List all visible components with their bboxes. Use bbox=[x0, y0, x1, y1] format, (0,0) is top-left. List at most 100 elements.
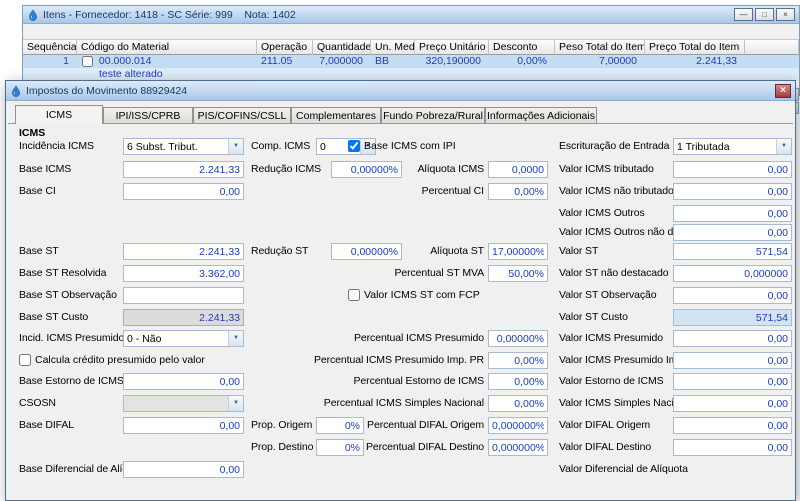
base-ci-label: Base CI bbox=[19, 185, 56, 197]
percentual-difal-destino-label: Percentual DIFAL Destino bbox=[365, 441, 484, 453]
base-icms-label: Base ICMS bbox=[19, 163, 72, 175]
aliquota-icms-label: Alíquota ICMS bbox=[417, 163, 485, 175]
base-st-resolvida-input[interactable] bbox=[123, 265, 244, 282]
column-header-desconto[interactable]: Desconto bbox=[489, 40, 555, 55]
column-header-quantidade[interactable]: Quantidade bbox=[313, 40, 371, 55]
cell-codigo-text: 00.000.014 bbox=[98, 55, 152, 67]
base-estorno-icms-label: Base Estorno de ICMS bbox=[19, 375, 124, 387]
base-icms-com-ipi-checkbox[interactable]: Base ICMS com IPI bbox=[348, 140, 456, 152]
percentual-icms-simples-label: Percentual ICMS Simples Nacional bbox=[323, 397, 484, 409]
tab-ipi-iss-cprb[interactable]: IPI/ISS/CPRB bbox=[103, 107, 193, 124]
valor-icms-presumido-label: Valor ICMS Presumido bbox=[559, 332, 664, 344]
base-difal-input[interactable] bbox=[123, 417, 244, 434]
valor-st-observacao-input[interactable] bbox=[673, 287, 792, 304]
percentual-ci-input[interactable] bbox=[488, 183, 548, 200]
valor-icms-st-com-fcp-text: Valor ICMS ST com FCP bbox=[364, 289, 480, 301]
incidencia-icms-select[interactable]: 6 Subst. Tribut. ▼ bbox=[123, 138, 244, 155]
valor-st-input[interactable] bbox=[673, 243, 792, 260]
percentual-icms-presumido-input[interactable] bbox=[488, 330, 548, 347]
column-header-codigo[interactable]: Código do Material bbox=[77, 40, 257, 55]
valor-difal-origem-input[interactable] bbox=[673, 417, 792, 434]
aliquota-st-input[interactable] bbox=[488, 243, 548, 260]
base-icms-com-ipi-text: Base ICMS com IPI bbox=[364, 140, 456, 152]
percentual-difal-origem-input[interactable] bbox=[488, 417, 548, 434]
items-table-header: Sequência Código do Material Operação Qu… bbox=[23, 40, 799, 55]
cell-unmed: BB bbox=[375, 55, 390, 67]
tab-icms[interactable]: ICMS bbox=[15, 105, 103, 124]
screen: { "colors": { "titlebar_from": "#ddebfa"… bbox=[0, 0, 800, 501]
base-estorno-icms-input[interactable] bbox=[123, 373, 244, 390]
valor-icms-st-com-fcp-checkbox[interactable]: Valor ICMS ST com FCP bbox=[348, 289, 480, 301]
base-st-observacao-input[interactable] bbox=[123, 287, 244, 304]
percentual-icms-presumido-imp-pr-input[interactable] bbox=[488, 352, 548, 369]
valor-icms-tributado-input[interactable] bbox=[673, 161, 792, 178]
valor-st-nao-destacado-input[interactable] bbox=[673, 265, 792, 282]
base-diferencial-aliq-label: Base Diferencial de Alíq. bbox=[19, 463, 131, 475]
chevron-down-icon: ▼ bbox=[228, 331, 243, 346]
prop-origem-label: Prop. Origem bbox=[251, 419, 313, 431]
percentual-icms-presumido-label: Percentual ICMS Presumido bbox=[354, 332, 484, 344]
prop-destino-label: Prop. Destino bbox=[251, 441, 314, 453]
column-header-preco-total[interactable]: Preço Total do Item bbox=[645, 40, 745, 55]
valor-icms-st-com-fcp-box[interactable] bbox=[348, 289, 360, 301]
chevron-down-icon: ▼ bbox=[776, 139, 791, 154]
valor-st-observacao-label: Valor ST Observação bbox=[559, 289, 657, 301]
tab-pane-border bbox=[8, 123, 793, 124]
valor-icms-outros-nao-dest-input[interactable] bbox=[673, 224, 792, 241]
window-controls: — □ × bbox=[734, 8, 795, 21]
csosn-select: ▼ bbox=[123, 395, 244, 412]
maximize-button[interactable]: □ bbox=[755, 8, 774, 21]
column-header-preco-unitario[interactable]: Preço Unitário bbox=[415, 40, 489, 55]
calcula-credito-presumido-checkbox[interactable]: Calcula crédito presumido pelo valor bbox=[19, 354, 205, 366]
incidencia-icms-label: Incidência ICMS bbox=[19, 140, 94, 152]
base-st-input[interactable] bbox=[123, 243, 244, 260]
table-row[interactable]: 1 00.000.014 211.05 7,000000 BB 320,1900… bbox=[23, 55, 799, 81]
base-diferencial-aliq-input[interactable] bbox=[123, 461, 244, 478]
column-header-operacao[interactable]: Operação bbox=[257, 40, 313, 55]
tab-informacoes-adicionais[interactable]: Informações Adicionais bbox=[485, 107, 597, 124]
base-ci-input[interactable] bbox=[123, 183, 244, 200]
dialog-titlebar[interactable]: Impostos do Movimento 88929424 × bbox=[6, 81, 795, 101]
row-checkbox[interactable] bbox=[82, 56, 93, 68]
percentual-st-mva-input[interactable] bbox=[488, 265, 548, 282]
escrituracao-entrada-select[interactable]: 1 Tributada ▼ bbox=[673, 138, 792, 155]
valor-st-nao-destacado-label: Valor ST não destacado bbox=[559, 267, 669, 279]
valor-estorno-icms-input[interactable] bbox=[673, 373, 792, 390]
percentual-estorno-icms-input[interactable] bbox=[488, 373, 548, 390]
base-difal-label: Base DIFAL bbox=[19, 419, 75, 431]
calcula-credito-presumido-box[interactable] bbox=[19, 354, 31, 366]
aliquota-icms-input[interactable] bbox=[488, 161, 548, 178]
valor-st-custo-input[interactable] bbox=[673, 309, 792, 326]
incid-icms-presumido-label: Incid. ICMS Presumido bbox=[19, 332, 125, 344]
valor-icms-simples-input[interactable] bbox=[673, 395, 792, 412]
cell-quantidade: 7,000000 bbox=[319, 55, 363, 67]
comp-icms-label: Comp. ICMS bbox=[251, 140, 311, 152]
percentual-difal-destino-input[interactable] bbox=[488, 439, 548, 456]
incid-icms-presumido-select[interactable]: 0 - Não ▼ bbox=[123, 330, 244, 347]
valor-difal-destino-input[interactable] bbox=[673, 439, 792, 456]
base-st-observacao-label: Base ST Observação bbox=[19, 289, 117, 301]
column-header-peso-total[interactable]: Peso Total do Item bbox=[555, 40, 645, 55]
column-header-sequencia[interactable]: Sequência bbox=[23, 40, 77, 55]
valor-icms-presumido-imp-pr-input[interactable] bbox=[673, 352, 792, 369]
minimize-button[interactable]: — bbox=[734, 8, 753, 21]
base-st-label: Base ST bbox=[19, 245, 59, 257]
tab-fundo-pobreza-rural[interactable]: Fundo Pobreza/Rural bbox=[381, 107, 485, 124]
base-st-resolvida-label: Base ST Resolvida bbox=[19, 267, 107, 279]
items-window-title: Itens - Fornecedor: 1418 - SC Série: 999… bbox=[43, 8, 296, 21]
window-close-button[interactable]: × bbox=[776, 8, 795, 21]
valor-icms-nao-tributado-input[interactable] bbox=[673, 183, 792, 200]
base-icms-com-ipi-box[interactable] bbox=[348, 140, 360, 152]
cell-peso-total: 7,00000 bbox=[599, 55, 637, 67]
tab-pis-cofins-csll[interactable]: PIS/COFINS/CSLL bbox=[193, 107, 291, 124]
valor-icms-presumido-input[interactable] bbox=[673, 330, 792, 347]
aliquota-st-label: Alíquota ST bbox=[430, 245, 484, 257]
cell-sequencia: 1 bbox=[63, 55, 69, 67]
percentual-icms-simples-input[interactable] bbox=[488, 395, 548, 412]
column-header-unmed[interactable]: Un. Med. bbox=[371, 40, 415, 55]
tab-complementares[interactable]: Complementares bbox=[291, 107, 381, 124]
base-icms-input[interactable] bbox=[123, 161, 244, 178]
dialog-close-button[interactable]: × bbox=[775, 83, 791, 98]
items-window-titlebar[interactable]: Itens - Fornecedor: 1418 - SC Série: 999… bbox=[23, 6, 799, 24]
valor-icms-outros-input[interactable] bbox=[673, 205, 792, 222]
